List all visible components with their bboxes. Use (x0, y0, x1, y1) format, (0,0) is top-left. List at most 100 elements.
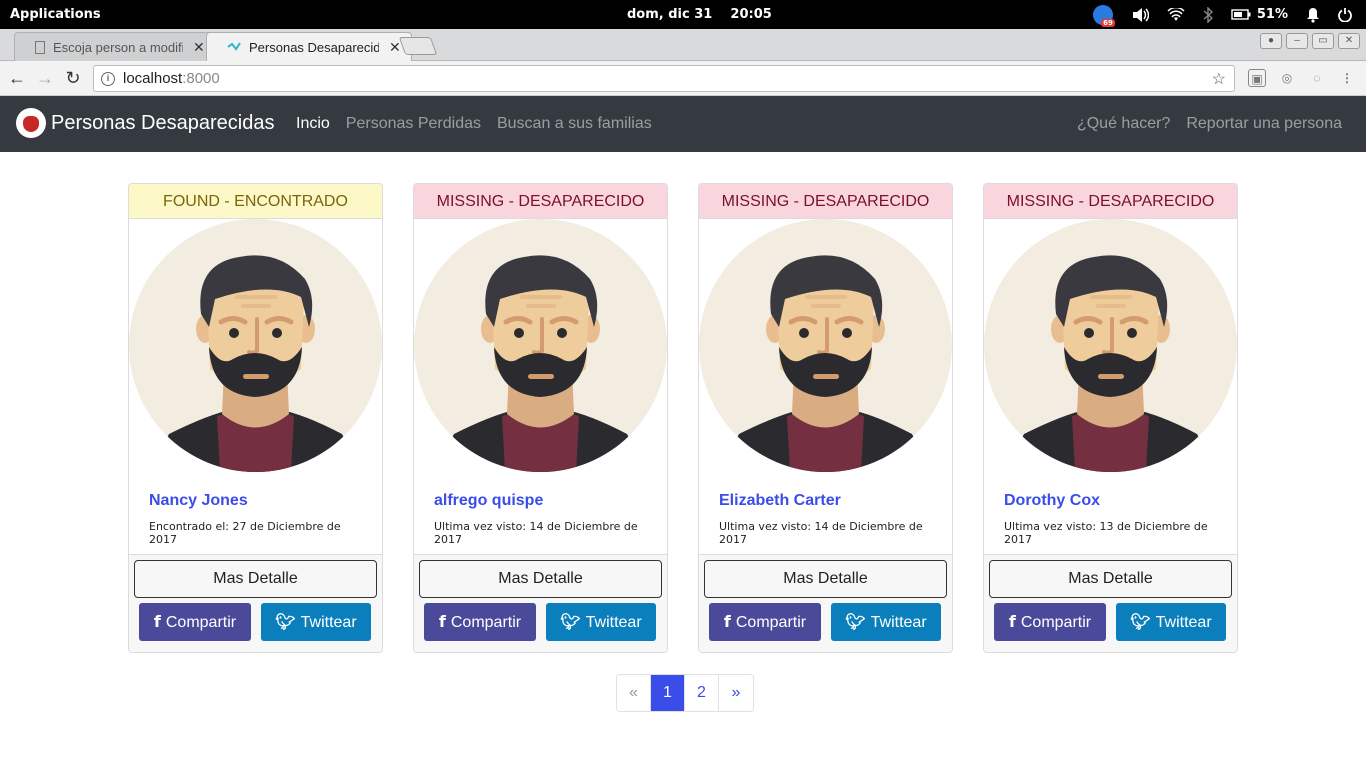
person-name[interactable]: alfrego quispe (434, 492, 647, 510)
image-extension-icon[interactable]: ▣ (1248, 69, 1266, 87)
close-tab-icon[interactable]: ✕ (193, 39, 205, 56)
notifications-bell-icon[interactable] (1306, 7, 1320, 23)
nav-item-buscan-familias[interactable]: Buscan a sus familias (497, 115, 652, 133)
person-avatar[interactable] (414, 219, 667, 472)
forward-arrow-icon[interactable]: → (34, 67, 56, 89)
twitter-icon: 🐦︎ (560, 612, 581, 631)
pagination-page-2[interactable]: 2 (685, 675, 719, 711)
bluetooth-icon[interactable] (1203, 6, 1213, 23)
share-label: Compartir (165, 614, 237, 631)
details-button[interactable]: Mas Detalle (134, 560, 377, 598)
tweet-button[interactable]: 🐦︎ Twittear (261, 603, 371, 641)
status-header: MISSING - DESAPARECIDO (414, 184, 667, 219)
person-name[interactable]: Elizabeth Carter (719, 492, 932, 510)
person-card: FOUND - ENCONTRADO Nancy Jones Encontrad… (128, 183, 383, 653)
tab-title: Personas Desaparecida (249, 39, 379, 55)
facebook-icon: f (723, 612, 731, 631)
pagination-next[interactable]: » (719, 675, 753, 711)
url-port: :8000 (182, 70, 220, 87)
tweet-button[interactable]: 🐦︎ Twittear (1116, 603, 1226, 641)
details-button[interactable]: Mas Detalle (989, 560, 1232, 598)
tweet-label: Twittear (585, 614, 642, 631)
notification-count: 69 (1101, 18, 1115, 27)
details-button[interactable]: Mas Detalle (419, 560, 662, 598)
power-icon[interactable] (1338, 7, 1352, 22)
document-icon (35, 40, 45, 54)
facebook-icon: f (438, 612, 446, 631)
browser-tab-active[interactable]: Personas Desaparecida ✕ (206, 32, 412, 61)
tweet-label: Twittear (870, 614, 927, 631)
info-icon[interactable]: i (101, 71, 115, 86)
bookmark-star-icon[interactable]: ☆ (1212, 69, 1226, 89)
person-date: Ultima vez visto: 14 de Diciembre de 201… (434, 520, 638, 546)
new-tab-button[interactable] (398, 37, 438, 55)
tweet-button[interactable]: 🐦︎ Twittear (546, 603, 656, 641)
minimize-button[interactable]: – (1286, 33, 1308, 49)
browser-tab[interactable]: Escoja person a modific ✕ (14, 32, 216, 61)
facebook-share-button[interactable]: f Compartir (139, 603, 251, 641)
person-card: MISSING - DESAPARECIDO Elizabeth Carter … (698, 183, 953, 653)
reload-icon[interactable]: ↻ (62, 67, 84, 89)
brand-name: Personas Desaparecidas (51, 111, 275, 134)
card-footer: Mas Detalle f Compartir 🐦︎ Twittear (414, 554, 667, 652)
maximize-button[interactable]: ▭ (1312, 33, 1334, 49)
profile-icon[interactable]: ● (1260, 33, 1282, 49)
favicon-icon (227, 40, 241, 54)
twitter-icon: 🐦︎ (845, 612, 866, 631)
os-top-bar: Applications dom, dic 31 20:05 69 51% (0, 0, 1366, 29)
card-footer: Mas Detalle f Compartir 🐦︎ Twittear (699, 554, 952, 652)
brand[interactable]: Personas Desaparecidas (16, 108, 274, 138)
os-clock[interactable]: dom, dic 31 20:05 (627, 7, 772, 22)
status-header: MISSING - DESAPARECIDO (984, 184, 1237, 219)
browser-toolbar: ← → ↻ i localhost:8000 ☆ ▣ ◎ ◌ ⋮ (0, 61, 1366, 96)
battery-indicator[interactable]: 51% (1231, 7, 1288, 22)
person-avatar[interactable] (129, 219, 382, 472)
facebook-icon: f (153, 612, 161, 631)
volume-icon[interactable] (1131, 7, 1149, 23)
notification-app-icon[interactable]: 69 (1092, 4, 1115, 27)
nav-item-personas-perdidas[interactable]: Personas Perdidas (346, 115, 481, 133)
close-window-button[interactable]: ✕ (1338, 33, 1360, 49)
person-card: MISSING - DESAPARECIDO Dorothy Cox Ultim… (983, 183, 1238, 653)
main-nav: Incio Personas Perdidas Buscan a sus fam… (296, 115, 652, 133)
pagination-page-1[interactable]: 1 (651, 675, 685, 711)
menu-kebab-icon[interactable]: ⋮ (1338, 69, 1356, 87)
camera-extension-icon[interactable]: ◎ (1278, 69, 1296, 87)
wifi-icon[interactable] (1167, 7, 1185, 22)
share-label: Compartir (735, 614, 807, 631)
close-tab-icon[interactable]: ✕ (389, 39, 401, 56)
person-name[interactable]: Dorothy Cox (1004, 492, 1217, 510)
circle-extension-icon[interactable]: ◌ (1308, 69, 1326, 87)
battery-percent: 51% (1256, 7, 1288, 22)
twitter-icon: 🐦︎ (1130, 612, 1151, 631)
twitter-icon: 🐦︎ (275, 612, 296, 631)
facebook-share-button[interactable]: f Compartir (994, 603, 1106, 641)
details-button[interactable]: Mas Detalle (704, 560, 947, 598)
nav-item-que-hacer[interactable]: ¿Qué hacer? (1077, 115, 1170, 133)
nav-item-reportar[interactable]: Reportar una persona (1186, 115, 1342, 133)
facebook-share-button[interactable]: f Compartir (709, 603, 821, 641)
window-controls: ● – ▭ ✕ (1260, 33, 1360, 49)
person-avatar[interactable] (699, 219, 952, 472)
person-avatar[interactable] (984, 219, 1237, 472)
share-label: Compartir (450, 614, 522, 631)
site-navbar: Personas Desaparecidas Incio Personas Pe… (0, 96, 1366, 152)
tab-title: Escoja person a modific (53, 39, 183, 55)
status-header: MISSING - DESAPARECIDO (699, 184, 952, 219)
person-card: MISSING - DESAPARECIDO alfrego quispe Ul… (413, 183, 668, 653)
share-label: Compartir (1020, 614, 1092, 631)
url-host: localhost (123, 70, 183, 87)
pagination-prev[interactable]: « (617, 675, 651, 711)
person-date: Encontrado el: 27 de Diciembre de 2017 (149, 520, 341, 546)
tweet-button[interactable]: 🐦︎ Twittear (831, 603, 941, 641)
address-bar[interactable]: i localhost:8000 ☆ (93, 65, 1235, 92)
card-footer: Mas Detalle f Compartir 🐦︎ Twittear (984, 554, 1237, 652)
person-name[interactable]: Nancy Jones (149, 492, 362, 510)
nav-item-inicio[interactable]: Incio (296, 115, 330, 133)
applications-menu[interactable]: Applications (10, 7, 101, 22)
person-cards: FOUND - ENCONTRADO Nancy Jones Encontrad… (128, 183, 1238, 653)
back-arrow-icon[interactable]: ← (6, 67, 28, 89)
pagination: « 1 2 » (616, 674, 754, 712)
facebook-share-button[interactable]: f Compartir (424, 603, 536, 641)
system-tray: 69 51% (1092, 0, 1366, 29)
